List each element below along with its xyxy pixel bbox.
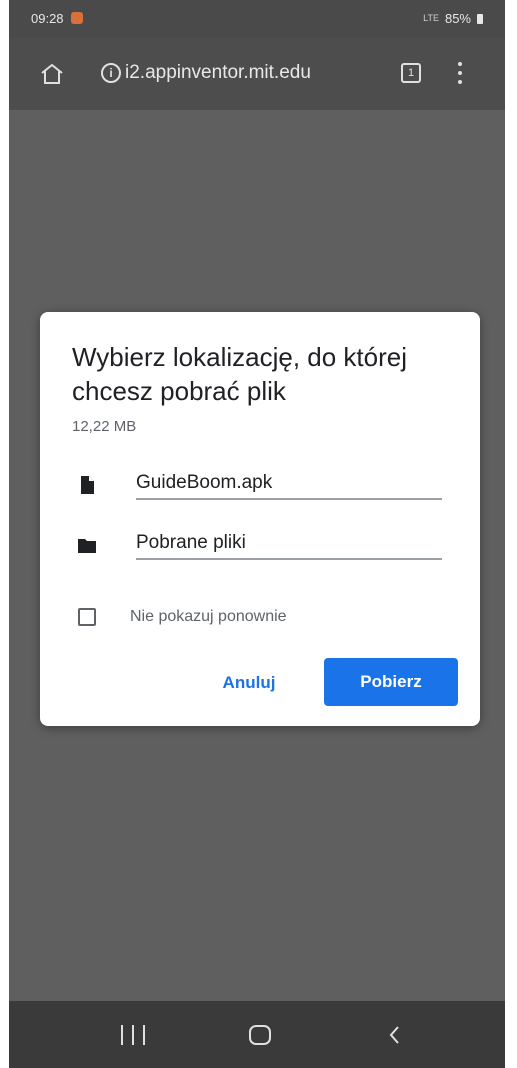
back-icon[interactable] bbox=[387, 1024, 401, 1046]
folder-icon bbox=[78, 539, 96, 553]
status-right: LTE 85% bbox=[423, 11, 483, 26]
file-icon bbox=[81, 476, 94, 494]
cancel-button[interactable]: Anuluj bbox=[206, 660, 292, 706]
file-name-input[interactable]: GuideBoom.apk bbox=[136, 468, 442, 500]
browser-toolbar: i i2.appinventor.mit.edu 1 bbox=[9, 38, 505, 110]
url-field[interactable]: i2.appinventor.mit.edu bbox=[125, 62, 311, 84]
dont-show-checkbox[interactable] bbox=[78, 608, 96, 626]
download-button[interactable]: Pobierz bbox=[324, 658, 458, 706]
notification-icon bbox=[71, 12, 83, 24]
tab-switcher-icon[interactable]: 1 bbox=[401, 63, 421, 83]
download-dialog: Wybierz lokalizację, do której chcesz po… bbox=[40, 312, 480, 726]
dialog-title: Wybierz lokalizację, do której chcesz po… bbox=[72, 342, 408, 406]
network-indicator: LTE bbox=[423, 13, 439, 23]
recent-apps-icon[interactable] bbox=[121, 1025, 145, 1045]
home-icon[interactable] bbox=[39, 62, 65, 86]
dont-show-label[interactable]: Nie pokazuj ponownie bbox=[130, 608, 287, 626]
nav-home-icon[interactable] bbox=[249, 1025, 271, 1045]
navigation-bar bbox=[9, 1001, 505, 1068]
battery-level: 85% bbox=[444, 11, 471, 26]
battery-icon bbox=[477, 13, 483, 24]
phone-screen: 09:28 LTE 85% i i2.appinventor.mit.edu 1… bbox=[9, 0, 505, 1068]
more-vert-icon[interactable] bbox=[457, 62, 463, 84]
folder-select[interactable]: Pobrane pliki bbox=[136, 528, 442, 560]
status-bar: 09:28 LTE 85% bbox=[9, 0, 505, 38]
file-size: 12,22 MB bbox=[72, 418, 137, 435]
info-icon[interactable]: i bbox=[101, 63, 121, 83]
status-time: 09:28 bbox=[31, 11, 64, 26]
